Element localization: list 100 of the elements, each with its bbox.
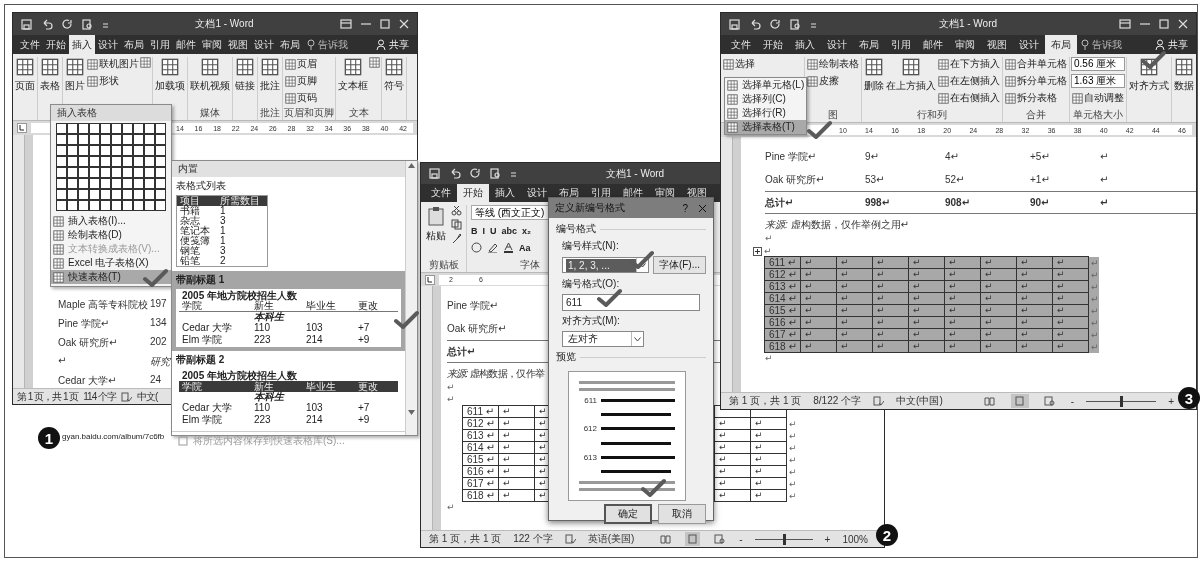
ribbon-tab[interactable]: 审阅 xyxy=(949,35,981,54)
ribbon-tab[interactable]: 设计 xyxy=(95,35,121,54)
ribbon-tab[interactable]: 开始 xyxy=(457,184,489,202)
table-size-grid[interactable] xyxy=(56,123,167,212)
ribbon-button[interactable]: 图片 xyxy=(64,57,86,94)
tab-selector-icon[interactable] xyxy=(17,123,27,133)
proofing-icon[interactable] xyxy=(121,391,132,402)
undo-icon[interactable] xyxy=(749,18,761,30)
ribbon-button[interactable]: 表格 xyxy=(39,57,61,94)
dialog-button[interactable]: 确定 xyxy=(604,504,652,524)
zoom-out-button[interactable]: - xyxy=(739,533,743,545)
print-layout-button[interactable] xyxy=(1010,394,1029,408)
menu-item[interactable]: 快速表格(T) xyxy=(51,270,171,284)
tell-me-button[interactable]: 告诉我 xyxy=(1077,35,1126,54)
ribbon-tab[interactable]: 引用 xyxy=(147,35,173,54)
menu-item[interactable]: 插入表格(I)... xyxy=(51,214,171,228)
ribbon-tab[interactable]: 文件 xyxy=(725,35,757,54)
gallery-item[interactable]: 表格式列表 项目 所需数目 书籍 1 杂志 3 笔记本 1 便笺簿 1 钢笔 3 铅笔 2 xyxy=(172,177,405,271)
ribbon-tab[interactable]: 布局 xyxy=(277,35,303,54)
word-table[interactable]: 611 ↵ ↵ ↵ ↵ ↵ ↵ ↵ ↵ ↵ ↵ 612 ↵ ↵ ↵ ↵ ↵ ↵ ↵ ↵ ↵ ↵ 613 ↵ ↵ ↵ ↵ ↵ ↵ ↵ ↵ ↵ ↵ 614 ↵ ↵ ↵ ↵ ↵ ↵ ↵ ↵ ↵ ↵ 615 ↵ ↵ ↵ ↵ ↵ ↵ ↵ ↵ ↵ ↵ 616 ↵ ↵ ↵ ↵ ↵ ↵ ↵ ↵ ↵ ↵ 617 ↵ ↵ ↵ ↵ ↵ ↵ ↵ ↵ ↵ ↵ 618 ↵ ↵ ↵ ↵ ↵ ↵ ↵ ↵ ↵ ↵ xyxy=(765,257,1099,353)
ribbon-button[interactable]: 合并单元格 xyxy=(1004,57,1068,71)
ribbon-tab[interactable]: 插入 xyxy=(789,35,821,54)
ribbon-button[interactable]: 链接 xyxy=(234,57,256,94)
ribbon-button[interactable]: 页脚 xyxy=(284,74,318,88)
ribbon-button[interactable]: 形状 xyxy=(86,74,140,88)
menu-item[interactable]: 选择单元格(L) xyxy=(725,78,806,92)
gallery-item[interactable]: 带副标题 1 2005 年地方院校招生人数 学院 新生 毕业生 更改 本科生 Cedar 大学 110 103 +7 Elm 学院 223 214 +9 xyxy=(172,271,405,351)
ribbon-tab[interactable]: 视图 xyxy=(981,35,1013,54)
ribbon-button[interactable]: 页码 xyxy=(284,91,318,105)
undo-icon[interactable] xyxy=(41,18,53,30)
ribbon-tab[interactable]: 开始 xyxy=(757,35,789,54)
ribbon-tab[interactable]: 视图 xyxy=(225,35,251,54)
ribbon-tab[interactable]: 设计 xyxy=(521,184,553,202)
change-case-button[interactable]: Aa xyxy=(519,242,531,253)
ribbon-button[interactable]: 绘制表格 xyxy=(806,57,860,71)
maximize-icon[interactable] xyxy=(1159,19,1169,29)
brush-icon[interactable] xyxy=(451,233,462,244)
ribbon-tab[interactable]: 文件 xyxy=(17,35,43,54)
format-button[interactable]: B xyxy=(471,226,478,236)
highlighter-icon[interactable] xyxy=(487,242,498,253)
ribbon-tab[interactable]: 文件 xyxy=(425,184,457,202)
alignment-select[interactable]: 左对齐 xyxy=(562,331,644,347)
ribbon-tab[interactable]: 引用 xyxy=(885,35,917,54)
proofing-icon[interactable] xyxy=(873,396,885,406)
ribbon-button[interactable]: 文本框 xyxy=(337,57,369,94)
ribbon-button[interactable]: 自动调整 xyxy=(1071,91,1125,105)
ribbon-tab[interactable]: 审阅 xyxy=(199,35,225,54)
print-layout-button[interactable] xyxy=(685,532,701,546)
close-icon[interactable] xyxy=(698,203,707,213)
format-button[interactable]: U xyxy=(490,226,497,236)
proofing-icon[interactable] xyxy=(564,534,576,544)
ribbon-tab[interactable]: 邮件 xyxy=(917,35,949,54)
ribbon-button[interactable]: 页眉 xyxy=(284,57,318,71)
scroll-up-icon[interactable] xyxy=(408,163,415,168)
tell-me-button[interactable]: 告诉我 xyxy=(303,35,352,54)
ribbon-button[interactable]: 在上方插入 xyxy=(885,57,937,94)
gallery-item[interactable]: 带副标题 2 2005 年地方院校招生人数 学院 新生 毕业生 更改 本科生 Cedar 大学 110 103 +7 Elm 学院 223 214 +9 xyxy=(172,351,405,431)
scrollbar[interactable] xyxy=(405,161,417,435)
ribbon-button[interactable]: 数据 xyxy=(1173,57,1195,94)
menu-item[interactable]: 选择行(R) xyxy=(725,106,806,120)
ribbon-button[interactable]: 符号 xyxy=(383,57,405,94)
menu-item[interactable]: 选择列(C) xyxy=(725,92,806,106)
help-button[interactable]: ? xyxy=(682,202,688,214)
scroll-down-icon[interactable] xyxy=(408,410,415,415)
text-effects-icon[interactable] xyxy=(471,242,482,253)
menu-item[interactable]: 绘制表格(D) xyxy=(51,228,171,242)
ribbon-button[interactable]: 在右侧插入 xyxy=(937,91,1001,105)
redo-icon[interactable] xyxy=(770,18,781,30)
share-button[interactable]: 共享 xyxy=(372,35,413,54)
ribbon-button[interactable]: 皮擦 xyxy=(806,74,860,88)
zoom-in-button[interactable]: + xyxy=(1168,395,1174,407)
web-layout-button[interactable] xyxy=(712,532,728,546)
ribbon-tab[interactable]: 设计 xyxy=(821,35,853,54)
format-button[interactable]: x₂ xyxy=(522,226,532,236)
read-mode-button[interactable] xyxy=(658,532,674,546)
share-button[interactable]: 共享 xyxy=(1151,35,1192,54)
ribbon-button[interactable]: 在左侧插入 xyxy=(937,74,1001,88)
zoom-in-button[interactable]: + xyxy=(824,533,831,545)
spin-field[interactable]: 0.56 厘米 xyxy=(1071,57,1125,71)
number-format-field[interactable]: 611 xyxy=(562,294,700,311)
spin-field[interactable]: 1.63 厘米 xyxy=(1071,74,1125,88)
zoom-slider-thumb[interactable] xyxy=(1120,395,1124,407)
print-preview-icon[interactable] xyxy=(790,18,801,30)
scissors-icon[interactable] xyxy=(451,205,462,216)
dialog-button[interactable]: 取消 xyxy=(658,504,706,524)
print-preview-icon[interactable] xyxy=(490,168,501,179)
ribbon-display-icon[interactable] xyxy=(340,19,352,29)
ribbon-tab[interactable]: 插入 xyxy=(69,35,95,54)
save-icon[interactable] xyxy=(21,18,32,30)
ribbon-tab[interactable]: 布局 xyxy=(121,35,147,54)
ribbon-tab[interactable]: 设计 xyxy=(1013,35,1045,54)
ribbon-button[interactable]: 加载项 xyxy=(154,57,186,94)
zoom-out-button[interactable]: - xyxy=(1070,395,1075,407)
ribbon-button[interactable]: 联机视频 xyxy=(189,57,231,94)
redo-icon[interactable] xyxy=(470,168,481,179)
ribbon-button[interactable]: 在下方插入 xyxy=(937,57,1001,71)
ribbon-tab[interactable]: 布局 xyxy=(1045,35,1077,54)
undo-icon[interactable] xyxy=(449,168,461,179)
ribbon-tab[interactable]: 插入 xyxy=(489,184,521,202)
ribbon-button[interactable]: 页面 xyxy=(14,57,36,94)
